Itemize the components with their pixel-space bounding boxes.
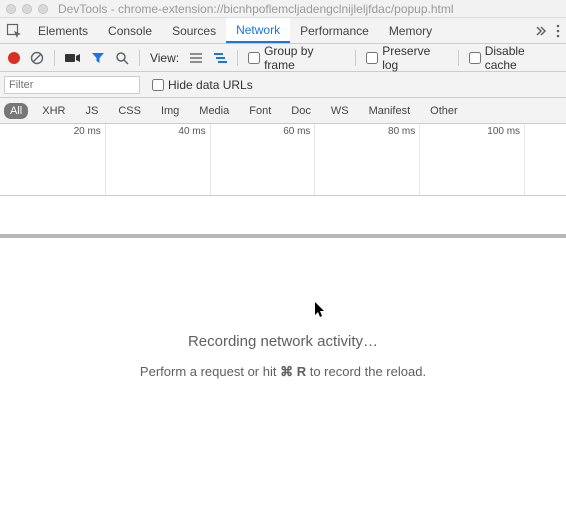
window-titlebar: DevTools - chrome-extension://bicnhpofle… — [0, 0, 566, 18]
tab-elements[interactable]: Elements — [28, 18, 98, 43]
timeline-tick-label: 40 ms — [178, 126, 209, 137]
chevrons-right-icon — [534, 24, 548, 38]
inspect-element-icon — [6, 23, 22, 39]
timeline-tick-label: 20 ms — [74, 126, 105, 137]
toolbar-divider — [139, 50, 140, 66]
timeline-gridline — [210, 124, 211, 195]
empty-hint-after: to record the reload. — [306, 364, 426, 379]
network-log-empty: Recording network activity… Perform a re… — [0, 238, 566, 474]
type-filter-ws[interactable]: WS — [325, 103, 355, 119]
empty-state-primary: Recording network activity… — [188, 333, 378, 350]
type-filter-doc[interactable]: Doc — [285, 103, 317, 119]
traffic-lights — [6, 4, 48, 14]
waterfall-header — [0, 196, 566, 238]
filter-input[interactable] — [4, 76, 140, 94]
network-toolbar: View: Group by frame Preserve log Disabl… — [0, 44, 566, 72]
minimize-window-button[interactable] — [22, 4, 32, 14]
large-rows-button[interactable] — [189, 52, 203, 64]
timeline-gridline — [524, 124, 525, 195]
timeline-overview[interactable]: 20 ms 40 ms 60 ms 80 ms 100 ms — [0, 124, 566, 196]
type-filter-all[interactable]: All — [4, 103, 28, 119]
timeline-gridline — [419, 124, 420, 195]
list-icon — [189, 52, 203, 64]
hide-data-urls-label: Hide data URLs — [168, 78, 253, 92]
disable-cache-checkbox[interactable]: Disable cache — [469, 44, 558, 72]
disable-cache-label: Disable cache — [485, 44, 558, 72]
timeline-tick-label: 100 ms — [487, 126, 524, 137]
toolbar-divider — [458, 50, 459, 66]
filter-icon — [91, 51, 105, 65]
waterfall-icon — [213, 52, 227, 64]
toolbar-divider — [237, 50, 238, 66]
toggle-inspect-button[interactable] — [0, 18, 28, 43]
resource-type-filter: All XHR JS CSS Img Media Font Doc WS Manifest Othe… — [0, 98, 566, 124]
camera-icon — [65, 52, 81, 64]
waterfall-view-button[interactable] — [213, 52, 227, 64]
empty-state-secondary: Perform a request or hit ⌘ R to record t… — [140, 364, 426, 380]
filter-bar: Hide data URLs — [0, 72, 566, 98]
window-title: DevTools - chrome-extension://bicnhpofle… — [58, 2, 454, 16]
tab-performance[interactable]: Performance — [290, 18, 379, 43]
type-filter-js[interactable]: JS — [79, 103, 104, 119]
group-by-frame-input[interactable] — [248, 52, 260, 64]
record-button[interactable] — [8, 52, 20, 64]
search-icon — [115, 51, 129, 65]
tab-console[interactable]: Console — [98, 18, 162, 43]
timeline-gridline — [314, 124, 315, 195]
tab-sources[interactable]: Sources — [162, 18, 226, 43]
kebab-menu-icon — [556, 24, 560, 38]
capture-screenshots-button[interactable] — [65, 52, 81, 64]
type-filter-media[interactable]: Media — [193, 103, 235, 119]
filter-toggle-button[interactable] — [91, 51, 105, 65]
tab-network[interactable]: Network — [226, 18, 290, 43]
record-icon — [8, 52, 20, 64]
devtools-menu-button[interactable] — [556, 24, 560, 38]
tab-memory[interactable]: Memory — [379, 18, 442, 43]
clear-icon — [30, 51, 44, 65]
clear-button[interactable] — [30, 51, 44, 65]
view-label: View: — [150, 51, 179, 65]
hide-data-urls-input[interactable] — [152, 79, 164, 91]
disable-cache-input[interactable] — [469, 52, 481, 64]
close-window-button[interactable] — [6, 4, 16, 14]
type-filter-css[interactable]: CSS — [112, 103, 147, 119]
type-filter-xhr[interactable]: XHR — [36, 103, 71, 119]
timeline-tick-label: 80 ms — [388, 126, 419, 137]
group-by-frame-checkbox[interactable]: Group by frame — [248, 44, 345, 72]
preserve-log-input[interactable] — [366, 52, 378, 64]
cursor-icon — [315, 302, 327, 318]
more-tabs-button[interactable] — [534, 24, 548, 38]
toolbar-divider — [355, 50, 356, 66]
timeline-tick-label: 60 ms — [283, 126, 314, 137]
panel-tabs: ElementsConsoleSourcesNetworkPerformance… — [0, 18, 566, 44]
empty-hint-kbd: ⌘ R — [280, 364, 306, 379]
toolbar-divider — [54, 50, 55, 66]
preserve-log-label: Preserve log — [382, 44, 448, 72]
type-filter-font[interactable]: Font — [243, 103, 277, 119]
zoom-window-button[interactable] — [38, 4, 48, 14]
empty-hint-before: Perform a request or hit — [140, 364, 280, 379]
timeline-gridline — [105, 124, 106, 195]
hide-data-urls-checkbox[interactable]: Hide data URLs — [152, 78, 253, 92]
preserve-log-checkbox[interactable]: Preserve log — [366, 44, 448, 72]
type-filter-img[interactable]: Img — [155, 103, 185, 119]
type-filter-other[interactable]: Other — [424, 103, 464, 119]
group-by-frame-label: Group by frame — [264, 44, 345, 72]
type-filter-manifest[interactable]: Manifest — [363, 103, 417, 119]
search-button[interactable] — [115, 51, 129, 65]
